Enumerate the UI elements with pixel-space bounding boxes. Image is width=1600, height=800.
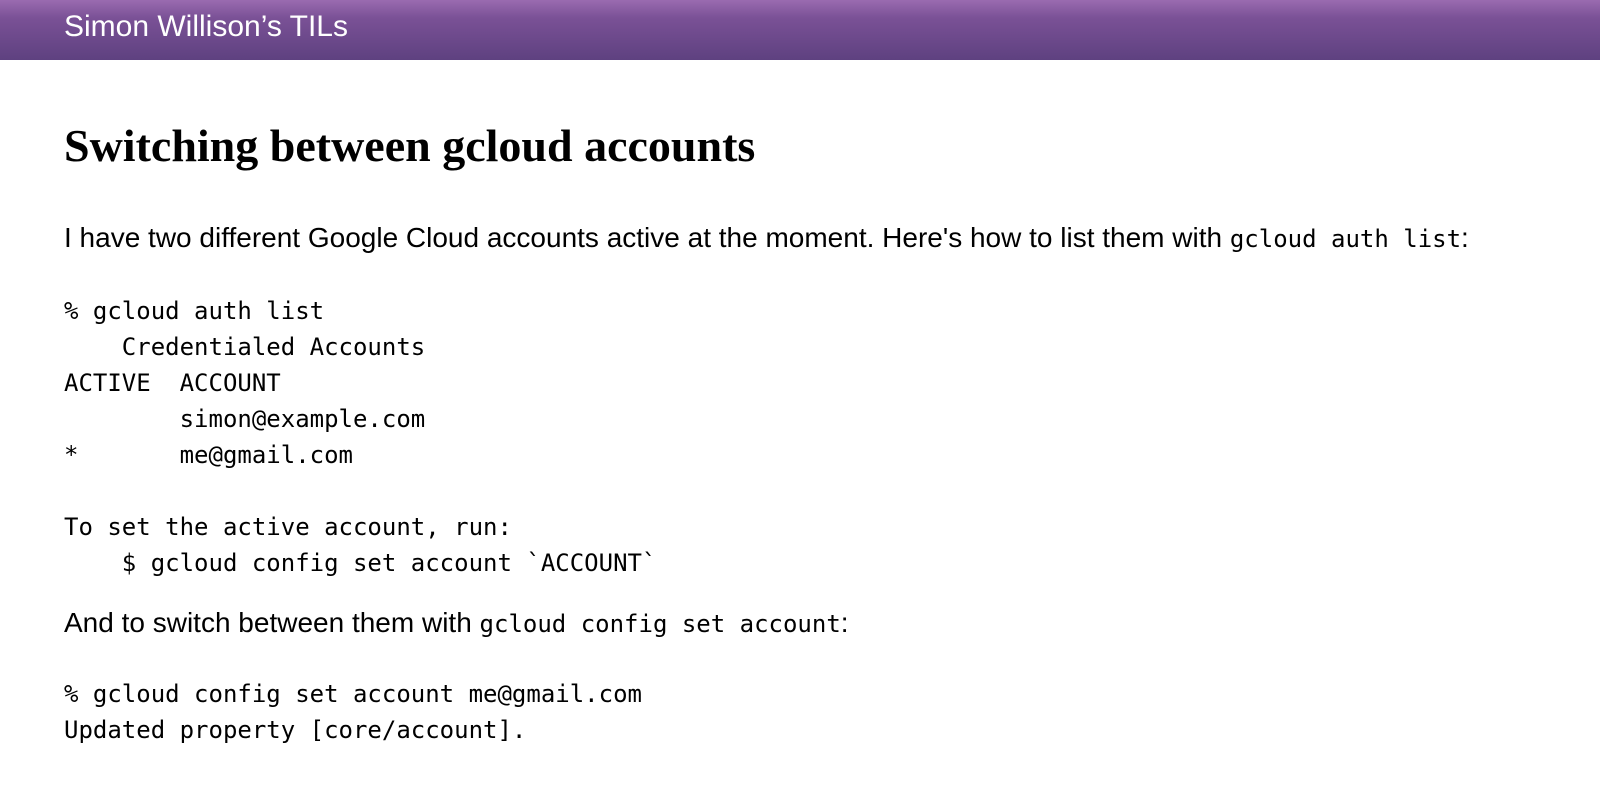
site-header: Simon Willison’s TILs bbox=[0, 0, 1600, 60]
intro-text: I have two different Google Cloud accoun… bbox=[64, 222, 1230, 253]
intro-suffix: : bbox=[1461, 222, 1469, 253]
switch-text: And to switch between them with bbox=[64, 607, 480, 638]
site-title-link[interactable]: Simon Willison’s TILs bbox=[64, 10, 348, 44]
switch-paragraph: And to switch between them with gcloud c… bbox=[64, 601, 1544, 646]
code-block-auth-list: % gcloud auth list Credentialed Accounts… bbox=[64, 297, 657, 577]
inline-code-config-set: gcloud config set account bbox=[479, 610, 841, 638]
inline-code-auth-list: gcloud auth list bbox=[1229, 225, 1462, 253]
page-title: Switching between gcloud accounts bbox=[64, 120, 756, 171]
code-block-config-set: % gcloud config set account me@gmail.com… bbox=[64, 680, 642, 744]
article: Switching between gcloud accounts I have… bbox=[64, 60, 1544, 748]
intro-paragraph: I have two different Google Cloud accoun… bbox=[64, 216, 1544, 261]
switch-suffix: : bbox=[840, 607, 849, 638]
